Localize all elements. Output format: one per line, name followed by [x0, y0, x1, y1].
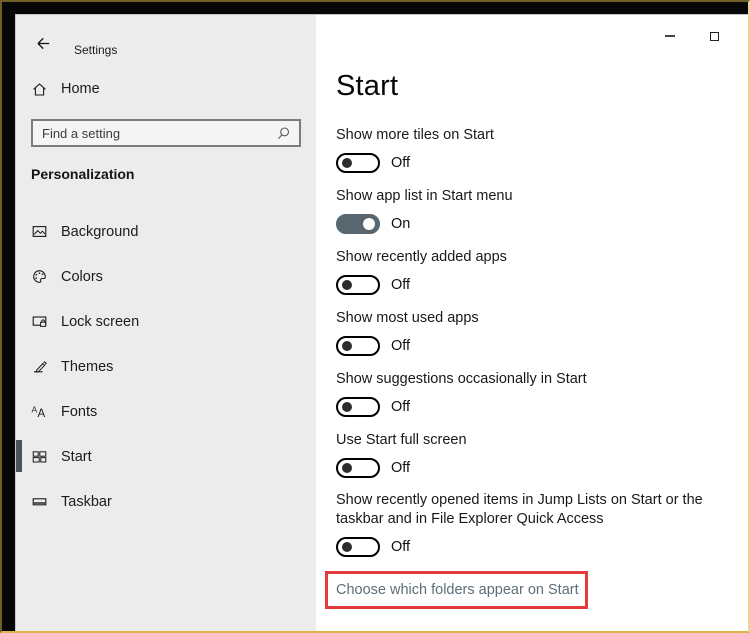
sidebar-item-label: Fonts [61, 404, 97, 420]
sidebar-item-label: Lock screen [61, 314, 139, 330]
setting-recently-added: Show recently added apps Off [336, 247, 748, 298]
taskbar-icon [31, 493, 48, 510]
minimize-icon [665, 35, 675, 37]
toggle-state-label: On [391, 216, 410, 232]
setting-label: Use Start full screen [336, 430, 748, 450]
toggle-knob [342, 542, 352, 552]
setting-label: Show recently added apps [336, 247, 748, 267]
sidebar-item-colors[interactable]: Colors [16, 254, 316, 299]
sidebar-item-themes[interactable]: Themes [16, 344, 316, 389]
start-tiles-icon [31, 448, 48, 465]
toggle-recently-added[interactable] [336, 275, 380, 295]
palette-icon [31, 268, 48, 285]
toggle-most-used[interactable] [336, 336, 380, 356]
setting-label: Show app list in Start menu [336, 186, 748, 206]
main-content: Start Show more tiles on Start Off Show … [316, 15, 748, 631]
setting-jump-lists: Show recently opened items in Jump Lists… [336, 491, 748, 560]
settings-groups: Show more tiles on Start Off Show app li… [336, 125, 748, 609]
toggle-jump-lists[interactable] [336, 537, 380, 557]
back-arrow-icon [35, 35, 52, 52]
sidebar: Settings Home Personalization [16, 15, 316, 631]
toggle-state-label: Off [391, 399, 410, 415]
setting-show-more-tiles: Show more tiles on Start Off [336, 125, 748, 176]
settings-window: Settings Home Personalization [15, 14, 748, 631]
toggle-knob [342, 341, 352, 351]
toggle-state-label: Off [391, 277, 410, 293]
sidebar-item-taskbar[interactable]: Taskbar [16, 479, 316, 524]
setting-show-app-list: Show app list in Start menu On [336, 186, 748, 237]
toggle-show-app-list[interactable] [336, 214, 380, 234]
section-header: Personalization [31, 166, 134, 182]
setting-label: Show suggestions occasionally in Start [336, 369, 748, 389]
setting-suggestions: Show suggestions occasionally in Start O… [336, 369, 748, 420]
minimize-button[interactable] [655, 23, 685, 49]
svg-text:A: A [38, 408, 46, 420]
sidebar-item-start[interactable]: Start [16, 434, 316, 479]
toggle-knob [363, 218, 375, 230]
sidebar-item-fonts[interactable]: A A Fonts [16, 389, 316, 434]
sidebar-item-label: Colors [61, 269, 103, 285]
home-icon [31, 81, 48, 98]
toggle-full-screen[interactable] [336, 458, 380, 478]
back-button[interactable] [31, 31, 55, 55]
lock-screen-icon [31, 313, 48, 330]
toggle-state-label: Off [391, 155, 410, 171]
toggle-state-label: Off [391, 460, 410, 476]
toggle-knob [342, 402, 352, 412]
toggle-show-more-tiles[interactable] [336, 153, 380, 173]
toggle-state-label: Off [391, 539, 410, 555]
maximize-icon [710, 32, 719, 41]
setting-label: Show most used apps [336, 308, 748, 328]
toggle-knob [342, 463, 352, 473]
sidebar-item-home[interactable]: Home [16, 71, 316, 107]
sidebar-item-label: Taskbar [61, 494, 112, 510]
search-input[interactable] [33, 126, 276, 141]
search-icon[interactable] [276, 126, 291, 141]
background-image-icon [31, 223, 48, 240]
maximize-button[interactable] [699, 23, 729, 49]
sidebar-nav: Background Colors [16, 209, 316, 524]
sidebar-item-lock-screen[interactable]: Lock screen [16, 299, 316, 344]
toggle-knob [342, 280, 352, 290]
sidebar-item-label: Home [61, 81, 100, 97]
toggle-suggestions[interactable] [336, 397, 380, 417]
sidebar-item-label: Background [61, 224, 138, 240]
toggle-knob [342, 158, 352, 168]
sidebar-item-label: Start [61, 449, 92, 465]
annotation-highlight-box: Choose which folders appear on Start [325, 571, 588, 609]
fonts-aa-icon: A A [31, 403, 48, 420]
setting-full-screen: Use Start full screen Off [336, 430, 748, 481]
themes-brush-icon [31, 358, 48, 375]
sidebar-item-background[interactable]: Background [16, 209, 316, 254]
toggle-state-label: Off [391, 338, 410, 354]
setting-label: Show more tiles on Start [336, 125, 748, 145]
window-title: Settings [74, 43, 117, 57]
screenshot-frame: Settings Home Personalization [0, 0, 750, 633]
setting-most-used: Show most used apps Off [336, 308, 748, 359]
settings-search-box [31, 119, 301, 147]
page-title: Start [336, 67, 748, 105]
sidebar-item-label: Themes [61, 359, 113, 375]
choose-folders-link[interactable]: Choose which folders appear on Start [336, 582, 579, 598]
setting-label: Show recently opened items in Jump Lists… [336, 491, 748, 529]
